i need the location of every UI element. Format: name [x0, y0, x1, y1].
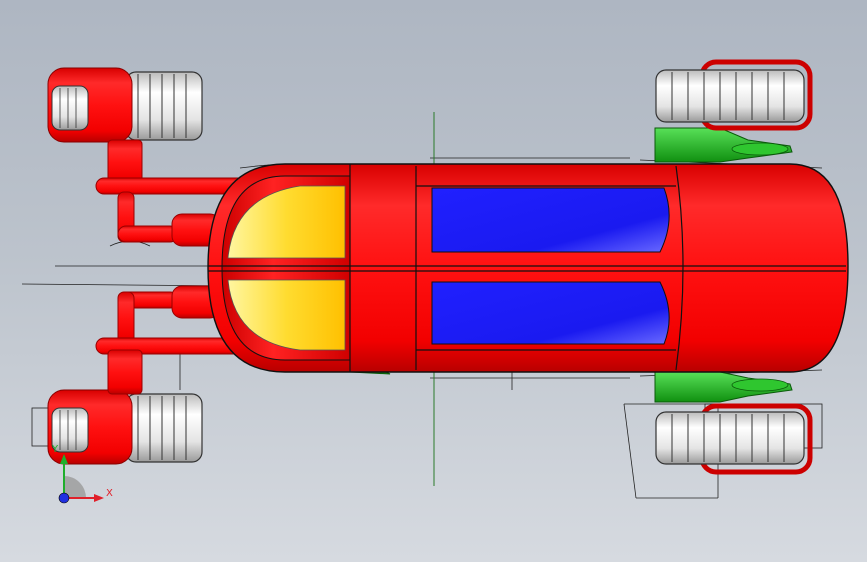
front-fender-bottom	[654, 371, 793, 403]
rear-wheel-bottom	[47, 389, 203, 465]
rear-wheel-top	[47, 67, 203, 143]
front-fender-top	[654, 127, 793, 163]
y-axis-label: Y	[51, 444, 59, 455]
front-wheel-bottom	[655, 403, 813, 475]
cad-model-drawing[interactable]: X Y	[0, 0, 867, 562]
front-wheel-top	[655, 59, 813, 131]
car-body	[207, 163, 849, 373]
3d-model-viewport[interactable]: X Y	[0, 0, 867, 562]
window-bottom	[431, 281, 670, 345]
x-axis-label: X	[106, 488, 113, 499]
window-top	[431, 187, 670, 253]
